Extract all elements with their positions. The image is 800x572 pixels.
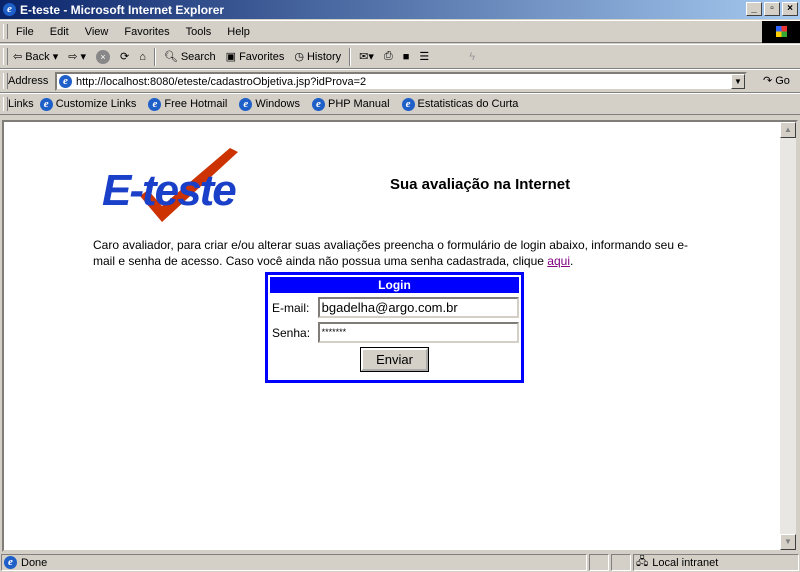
status-text-panel: e Done: [1, 554, 587, 571]
link-estatisticas[interactable]: e Estatisticas do Curta: [401, 97, 518, 111]
edit-button[interactable]: ■: [398, 51, 415, 63]
divider: [349, 47, 352, 66]
window-title: E-teste - Microsoft Internet Explorer: [20, 2, 225, 17]
submit-button[interactable]: Enviar: [360, 347, 429, 372]
scroll-up-button[interactable]: ▲: [780, 122, 796, 138]
history-icon: ◷: [294, 51, 304, 63]
login-form: Login E-mail: bgadelha@argo.com.br Senha:…: [265, 272, 524, 383]
link-php-manual[interactable]: e PHP Manual: [311, 97, 390, 111]
menu-tools[interactable]: Tools: [178, 26, 220, 38]
address-bar: Address e http://localhost:8080/eteste/c…: [0, 69, 800, 93]
windows-logo: [762, 21, 800, 43]
forward-button[interactable]: ⇨ ▾: [63, 50, 91, 63]
go-arrow-icon: ↷: [763, 75, 773, 87]
password-label: Senha:: [272, 325, 311, 340]
status-panel: [611, 554, 631, 571]
document-icon: ☰: [419, 51, 430, 63]
link-free-hotmail[interactable]: e Free Hotmail: [148, 97, 227, 111]
title-bar: e E-teste - Microsoft Internet Explorer …: [0, 0, 800, 19]
link-customize-links[interactable]: e Customize Links: [39, 97, 136, 111]
print-icon: ⎙: [383, 50, 393, 62]
intro-text: Caro avaliador, para criar e/ou alterar …: [93, 238, 689, 268]
mail-button[interactable]: ✉▾: [354, 50, 379, 63]
ie-icon: e: [311, 97, 325, 111]
menu-edit[interactable]: Edit: [42, 26, 77, 38]
print-button[interactable]: ⎙: [379, 50, 398, 63]
email-label: E-mail:: [272, 300, 310, 315]
close-button[interactable]: ×: [782, 2, 798, 16]
search-button[interactable]: 🔍︎ Search: [159, 50, 221, 64]
vertical-scrollbar[interactable]: ▲ ▼: [780, 122, 796, 550]
home-icon: ⌂: [139, 50, 146, 63]
stop-button[interactable]: ×: [91, 49, 115, 64]
address-dropdown-button[interactable]: ▼: [731, 74, 745, 89]
address-label: Address: [8, 75, 49, 87]
maximize-button[interactable]: ▫: [764, 2, 780, 16]
scroll-down-button[interactable]: ▼: [780, 534, 796, 550]
forward-arrow-icon: ⇨: [68, 51, 78, 63]
search-icon: 🔍︎: [163, 51, 178, 63]
home-button[interactable]: ⌂: [134, 51, 151, 63]
address-input[interactable]: e http://localhost:8080/eteste/cadastroO…: [55, 72, 747, 91]
back-arrow-icon: ⇦: [13, 51, 23, 63]
email-field[interactable]: bgadelha@argo.com.br: [317, 297, 519, 318]
minimize-button[interactable]: _: [746, 2, 762, 16]
login-title: Login: [270, 277, 519, 293]
ie-icon: e: [39, 97, 53, 111]
toolbar: ⇦ Back ▾ ⇨ ▾ × ⟳ ⌂ 🔍︎ Search ▣ Favorites ◷ His…: [0, 44, 800, 69]
e-teste-logo: E-teste: [100, 148, 245, 228]
url-text: http://localhost:8080/eteste/cadastroObj…: [76, 75, 367, 88]
ie-page-icon: e: [4, 556, 17, 569]
favorites-icon: ▣: [225, 51, 237, 63]
links-label: Links: [8, 98, 34, 110]
menu-help[interactable]: Help: [219, 26, 258, 38]
page-heading: Sua avaliação na Internet: [390, 176, 571, 193]
mail-icon: ✉▾: [359, 51, 374, 63]
ie-page-icon: e: [59, 75, 72, 88]
menu-favorites[interactable]: Favorites: [116, 26, 177, 38]
menu-view[interactable]: View: [77, 26, 117, 38]
chevron-down-icon[interactable]: ▾: [80, 50, 86, 63]
ie-icon: e: [239, 97, 253, 111]
ie-icon: e: [401, 97, 415, 111]
page-content: E-teste Sua avaliação na Internet Caro a…: [2, 120, 798, 552]
divider: [153, 47, 156, 66]
link-windows[interactable]: e Windows: [239, 97, 300, 111]
refresh-button[interactable]: ⟳: [115, 50, 134, 63]
discuss-button[interactable]: ☰: [414, 50, 434, 63]
go-button[interactable]: ↷ Go: [758, 74, 795, 88]
lightning-icon: ϟ: [469, 50, 476, 63]
edit-icon: ■: [402, 50, 410, 63]
menu-file[interactable]: File: [8, 26, 42, 38]
stop-icon: ×: [95, 49, 110, 64]
status-bar: e Done 🖧 Local intranet: [0, 553, 800, 572]
refresh-icon: ⟳: [119, 51, 130, 63]
chevron-down-icon[interactable]: ▾: [53, 50, 59, 63]
messenger-button[interactable]: ϟ: [464, 51, 480, 63]
favorites-button[interactable]: ▣ Favorites: [221, 50, 290, 64]
ie-icon: e: [3, 3, 16, 16]
ie-icon: e: [148, 97, 162, 111]
links-bar: Links e Customize Links e Free Hotmail e Wi…: [0, 93, 800, 115]
zone-panel: 🖧 Local intranet: [633, 554, 799, 571]
register-link[interactable]: aqui: [547, 254, 570, 268]
history-button[interactable]: ◷ History: [289, 50, 346, 64]
back-button[interactable]: ⇦ Back ▾: [8, 50, 63, 64]
status-panel: [589, 554, 609, 571]
intranet-icon: 🖧: [636, 556, 649, 568]
password-field[interactable]: *******: [317, 322, 519, 343]
menu-bar: File Edit View Favorites Tools Help: [0, 20, 800, 43]
